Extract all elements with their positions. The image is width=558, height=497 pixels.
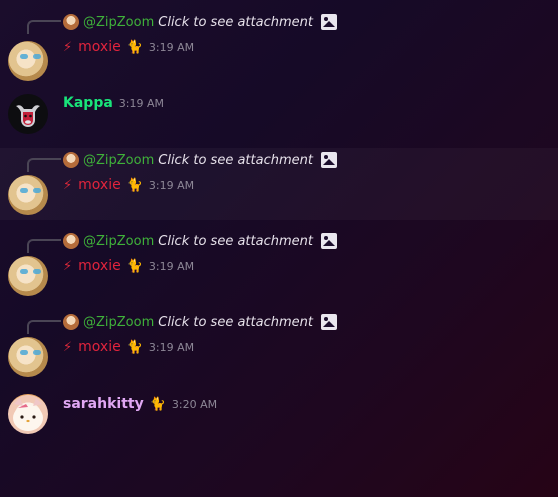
reply-connector — [27, 158, 61, 172]
reply-attachment-link[interactable]: Click to see attachment — [158, 315, 313, 330]
timestamp: 3:19 AM — [148, 340, 195, 354]
reply-reference[interactable]: @ZipZoom Click to see attachment — [63, 151, 337, 169]
message-item[interactable]: @ZipZoom Click to see attachment ⚡ moxie… — [0, 310, 558, 382]
avatar[interactable] — [8, 175, 48, 215]
reply-attachment-link[interactable]: Click to see attachment — [158, 153, 313, 168]
message-item[interactable]: @ZipZoom Click to see attachment ⚡ moxie… — [0, 229, 558, 301]
reply-author[interactable]: @ZipZoom — [83, 15, 154, 30]
timestamp: 3:19 AM — [148, 40, 195, 54]
image-icon[interactable] — [320, 152, 337, 168]
avatar[interactable] — [8, 394, 48, 434]
reply-avatar-icon — [63, 14, 79, 30]
reply-author[interactable]: @ZipZoom — [83, 234, 154, 249]
avatar[interactable] — [8, 256, 48, 296]
author-name[interactable]: Kappa — [63, 95, 113, 111]
lightning-icon: ⚡ — [63, 258, 73, 274]
avatar[interactable] — [8, 94, 48, 134]
reply-reference[interactable]: @ZipZoom Click to see attachment — [63, 13, 337, 31]
avatar[interactable] — [8, 337, 48, 377]
cat-icon: 🐈 — [126, 339, 143, 355]
author-name[interactable]: moxie — [78, 177, 121, 193]
timestamp: 3:20 AM — [171, 397, 218, 411]
lightning-icon: ⚡ — [63, 339, 73, 355]
image-icon[interactable] — [320, 314, 337, 330]
timestamp: 3:19 AM — [118, 96, 165, 110]
reply-avatar-icon — [63, 152, 79, 168]
message-item[interactable]: @ZipZoom Click to see attachment ⚡ moxie… — [0, 148, 558, 220]
message-item[interactable]: Kappa 3:19 AM — [0, 88, 558, 138]
kitty-avatar-icon — [13, 398, 43, 431]
reply-attachment-link[interactable]: Click to see attachment — [158, 234, 313, 249]
reply-connector — [27, 320, 61, 334]
lightning-icon: ⚡ — [63, 39, 73, 55]
timestamp: 3:19 AM — [148, 259, 195, 273]
author-name[interactable]: moxie — [78, 258, 121, 274]
reply-avatar-icon — [63, 233, 79, 249]
message-header: sarahkitty 🐈 3:20 AM — [63, 394, 217, 414]
reply-reference[interactable]: @ZipZoom Click to see attachment — [63, 232, 337, 250]
cat-icon: 🐈 — [126, 258, 143, 274]
reply-author[interactable]: @ZipZoom — [83, 315, 154, 330]
cat-icon: 🐈 — [149, 396, 166, 412]
timestamp: 3:19 AM — [148, 178, 195, 192]
reply-reference[interactable]: @ZipZoom Click to see attachment — [63, 313, 337, 331]
image-icon[interactable] — [320, 14, 337, 30]
message-item[interactable]: sarahkitty 🐈 3:20 AM — [0, 388, 558, 438]
message-header: ⚡ moxie 🐈 3:19 AM — [63, 337, 194, 357]
author-name[interactable]: moxie — [78, 339, 121, 355]
bull-logo-icon — [16, 105, 40, 127]
lightning-icon: ⚡ — [63, 177, 73, 193]
reply-attachment-link[interactable]: Click to see attachment — [158, 15, 313, 30]
author-name[interactable]: moxie — [78, 39, 121, 55]
message-header: ⚡ moxie 🐈 3:19 AM — [63, 175, 194, 195]
reply-connector — [27, 20, 61, 34]
avatar[interactable] — [8, 41, 48, 81]
cat-icon: 🐈 — [126, 177, 143, 193]
reply-author[interactable]: @ZipZoom — [83, 153, 154, 168]
reply-connector — [27, 239, 61, 253]
message-item[interactable]: @ZipZoom Click to see attachment ⚡ moxie… — [0, 8, 558, 81]
message-header: ⚡ moxie 🐈 3:19 AM — [63, 37, 194, 57]
image-icon[interactable] — [320, 233, 337, 249]
cat-icon: 🐈 — [126, 39, 143, 55]
message-header: Kappa 3:19 AM — [63, 93, 164, 113]
author-name[interactable]: sarahkitty — [63, 396, 144, 412]
message-header: ⚡ moxie 🐈 3:19 AM — [63, 256, 194, 276]
reply-avatar-icon — [63, 314, 79, 330]
